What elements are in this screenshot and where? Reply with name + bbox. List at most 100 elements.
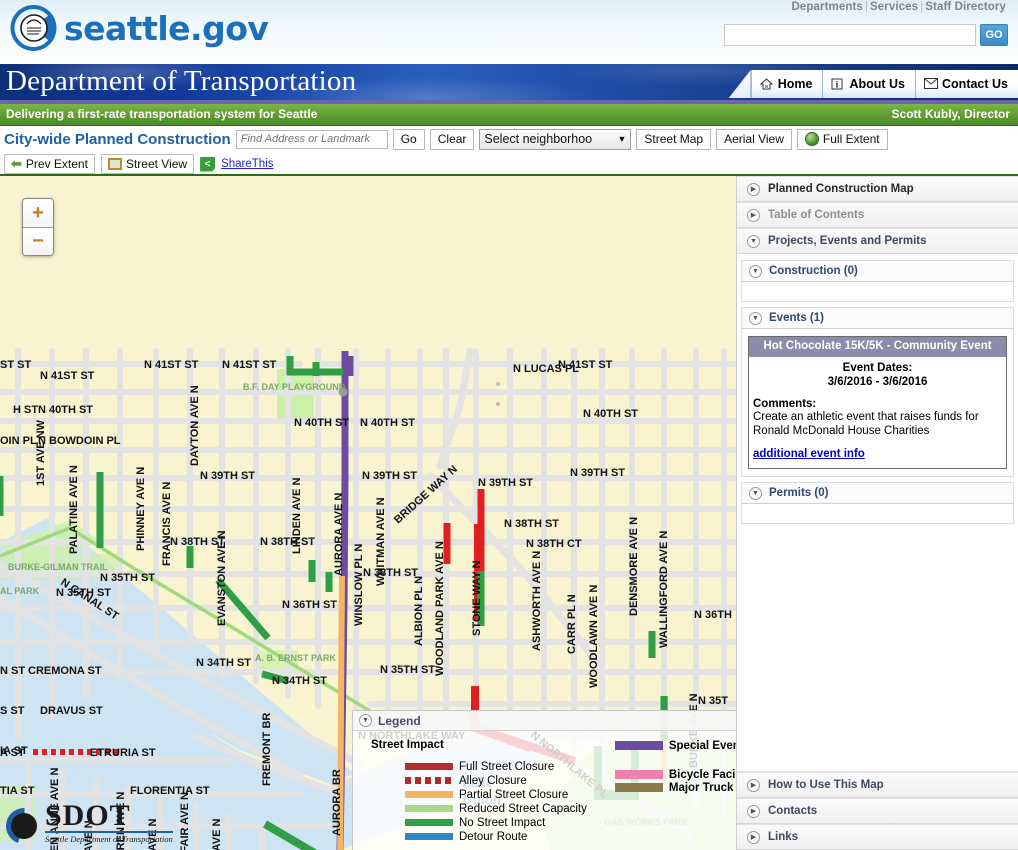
svg-text:N 41ST ST: N 41ST ST [144,359,199,371]
share-icon[interactable]: < [200,156,216,172]
seattle-gov-wordmark: seattle.gov [64,8,269,48]
seattle-gov-logo[interactable]: seattle.gov [10,4,269,52]
address-go-button[interactable]: Go [392,128,425,150]
globe-icon [804,132,819,146]
svg-text:AURORA AVE N: AURORA AVE N [333,493,345,576]
event-dates-block: Event Dates: 3/6/2016 - 3/6/2016 [753,361,1002,390]
legend-item-reduced-street-capacity: Reduced Street Capacity [371,802,587,815]
legend-label-bicycle-facility: Bicycle Facility [668,768,736,781]
legend-column-street-impact: Street Impact Full Street Closure Alley … [371,739,587,844]
legend-item-full-street-closure: Full Street Closure [371,760,587,773]
neighborhood-select-value: Select neighborhoo [484,132,593,146]
section-events[interactable]: ▼ Events (1) [741,307,1014,329]
gov-search-input[interactable] [724,24,976,46]
svg-text:N 38TH ST: N 38TH ST [260,536,315,548]
legend-title: Legend [378,713,421,728]
address-search-input[interactable] [235,129,388,149]
legend-label-major-truck-street: Major Truck Street [668,781,736,794]
svg-text:WINSLOW PL N: WINSLOW PL N [353,544,365,626]
sdot-full-name: Seattle Department of Transportation [45,834,173,844]
section-label-construction: Construction (0) [769,265,858,277]
right-sidebar: ▶ Planned Construction Map ▶ Table of Co… [737,176,1018,850]
legend-label-full-street-closure: Full Street Closure [459,760,555,773]
street-view-label: Street View [125,157,188,171]
swatch-partial-street-closure [405,791,453,798]
department-banner: Department of Transportation Home i Abou… [0,64,1018,104]
zoom-out-button[interactable]: − [23,227,53,255]
svg-text:N 35TH ST: N 35TH ST [100,572,155,584]
legend-column-other: Special Event Bicycle Facility Major Tru… [597,739,736,844]
prev-extent-button[interactable]: ⬅ Prev Extent [4,154,95,174]
swatch-special-event [614,741,663,750]
svg-text:AL PARK: AL PARK [0,586,40,596]
svg-text:BURKE-GILMAN TRAIL: BURKE-GILMAN TRAIL [8,562,108,572]
page-title: City-wide Planned Construction [4,130,231,148]
svg-text:TIA ST: TIA ST [0,785,35,797]
svg-text:N 39TH ST: N 39TH ST [570,467,625,479]
neighborhood-select[interactable]: Select neighborhoo ▼ [479,128,632,150]
svg-text:A. B. ERNST PARK: A. B. ERNST PARK [255,653,336,663]
event-card-title: Hot Chocolate 15K/5K - Community Event [749,337,1006,357]
panel-planned-construction-map[interactable]: ▶ Planned Construction Map [737,176,1018,202]
chevron-down-icon: ▼ [749,264,762,278]
legend-header[interactable]: ▼ Legend [353,711,736,731]
legend-item-no-street-impact: No Street Impact [371,816,587,829]
section-events-content: Hot Chocolate 15K/5K - Community Event E… [741,329,1014,478]
link-departments[interactable]: Departments [792,1,863,13]
legend-label-reduced-street-capacity: Reduced Street Capacity [459,802,587,815]
nav-contact-us[interactable]: Contact Us [915,70,1018,98]
sdot-logo-text: SDOT Seattle Department of Transportatio… [45,800,173,844]
gov-search-go-button[interactable]: GO [980,24,1008,46]
panel-how-to-use-this-map[interactable]: ▶ How to Use This Map [737,772,1018,798]
chevron-down-icon: ▼ [617,134,627,144]
section-permits[interactable]: ▼ Permits (0) [741,482,1014,505]
panel-table-of-contents[interactable]: ▶ Table of Contents [737,202,1018,228]
section-label-events: Events (1) [769,312,824,324]
swatch-alley-closure [405,777,453,784]
zoom-in-button[interactable]: + [23,199,53,227]
aerial-view-button[interactable]: Aerial View [716,128,792,150]
svg-text:N 34TH ST: N 34TH ST [196,657,251,669]
legend-body: Street Impact Full Street Closure Alley … [353,731,736,844]
event-card[interactable]: Hot Chocolate 15K/5K - Community Event E… [748,336,1007,470]
map-viewport[interactable]: N 41ST ST N 41ST ST N 41ST ST N 41ST ST … [0,176,737,850]
svg-text:N 38TH ST: N 38TH ST [363,567,418,579]
event-dates-label: Event Dates: [842,361,913,374]
street-map-button[interactable]: Street Map [636,128,712,150]
sharethis-link[interactable]: ShareThis [221,158,273,170]
chevron-down-icon: ▼ [749,486,762,500]
svg-text:3RD AVE N: 3RD AVE N [211,818,223,850]
full-extent-button[interactable]: Full Extent [796,128,888,150]
link-staff-directory[interactable]: Staff Directory [925,1,1006,13]
nav-about-us[interactable]: i About Us [822,70,916,98]
legend-label-alley-closure: Alley Closure [459,774,527,787]
panel-links[interactable]: ▶ Links [737,824,1018,850]
svg-text:LINDEN AVE N: LINDEN AVE N [291,478,303,554]
svg-text:N 39TH ST: N 39TH ST [362,470,417,482]
chevron-right-icon: ▶ [747,830,760,844]
nav-home[interactable]: Home [750,70,823,98]
svg-text:ASHWORTH AVE N: ASHWORTH AVE N [531,551,543,651]
nav-home-label: Home [777,77,813,91]
panel-label-table-of-contents: Table of Contents [768,209,865,221]
legend-item-partial-street-closure: Partial Street Closure [371,788,587,801]
link-services[interactable]: Services [870,1,918,13]
address-clear-button[interactable]: Clear [429,128,475,150]
legend-label-partial-street-closure: Partial Street Closure [459,788,569,801]
svg-text:N 40TH ST: N 40TH ST [38,404,93,416]
sdot-logo-icon [6,808,42,844]
additional-event-info-link[interactable]: additional event info [753,448,865,460]
section-construction[interactable]: ▼ Construction (0) [741,260,1014,282]
panel-projects-events-permits[interactable]: ▼ Projects, Events and Permits [737,228,1018,254]
panel-contacts[interactable]: ▶ Contacts [737,798,1018,824]
svg-text:WALLINGFORD AVE N: WALLINGFORD AVE N [658,531,670,648]
svg-text:N 40TH ST: N 40TH ST [294,417,349,429]
street-view-button[interactable]: Street View [100,154,195,174]
svg-text:FLORENTIA ST: FLORENTIA ST [130,785,210,797]
sidebar-spacer [737,524,1018,771]
sidebar-bottom-panels: ▶ How to Use This Map ▶ Contacts ▶ Links [737,771,1018,850]
svg-text:AURORA BR: AURORA BR [331,769,343,836]
section-permits-content [741,504,1014,525]
map-zoom-control[interactable]: + − [22,198,54,256]
nav-skew-decoration [728,70,751,98]
